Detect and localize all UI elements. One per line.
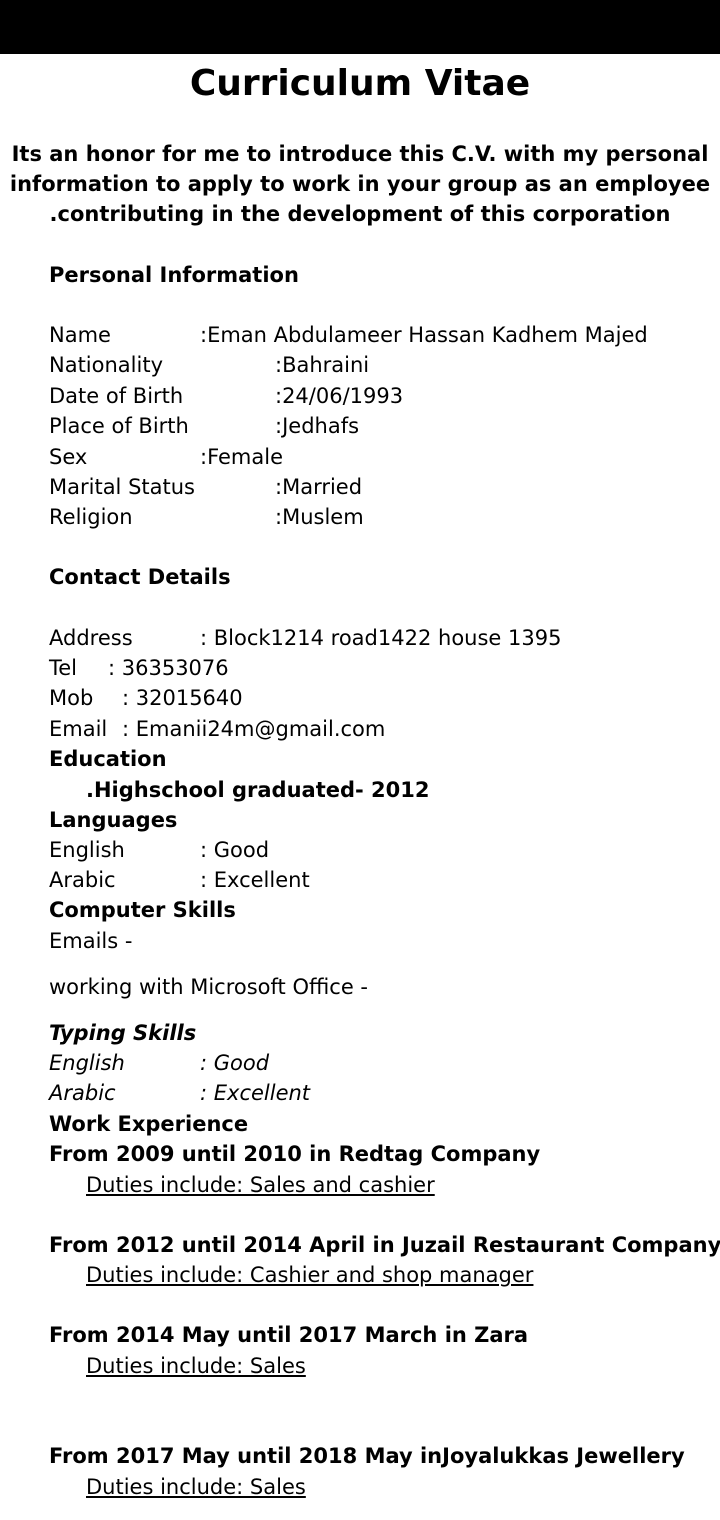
tel-label: Tel	[49, 656, 78, 680]
pob-value: :Jedhafs	[275, 414, 360, 438]
job-title: From 2009 until 2010 in Redtag Company	[49, 1142, 541, 1166]
typing-english-value: : Good	[200, 1051, 270, 1075]
address-label: Address	[49, 626, 133, 650]
languages-heading: Languages	[49, 808, 178, 832]
job-title: From 2012 until 2014 April in Juzail Res…	[49, 1233, 720, 1257]
computer-skill-item: working with Microsoft Office -	[49, 975, 368, 999]
job-duties: Duties include: Sales	[86, 1354, 306, 1378]
personal-heading: Personal Information	[49, 263, 299, 287]
language-arabic-value: : Excellent	[200, 868, 310, 892]
job-duties: Duties include: Sales	[86, 1475, 306, 1499]
typing-arabic-value: : Excellent	[200, 1081, 311, 1105]
computer-skill-item: Emails -	[49, 929, 133, 953]
document-title: Curriculum Vitae	[189, 63, 531, 104]
education-item: .Highschool graduated- 2012	[86, 778, 430, 802]
mob-value: : 32015640	[122, 686, 243, 710]
pob-label: Place of Birth	[49, 414, 189, 438]
dob-label: Date of Birth	[49, 384, 184, 408]
religion-value: :Muslem	[275, 505, 364, 529]
religion-label: Religion	[49, 505, 133, 529]
education-heading: Education	[49, 747, 167, 771]
work-experience-heading: Work Experience	[49, 1112, 249, 1136]
language-english-label: English	[49, 838, 125, 862]
sex-label: Sex	[49, 445, 88, 469]
intro-line-3: .contributing in the development of this…	[49, 202, 671, 226]
job-title: From 2014 May until 2017 March in Zara	[49, 1323, 529, 1347]
sex-value: :Female	[200, 445, 284, 469]
typing-arabic-label: Arabic	[49, 1081, 116, 1105]
email-value: : Emanii24m@gmail.com	[122, 717, 386, 741]
mob-label: Mob	[49, 686, 94, 710]
marital-value: :Married	[275, 475, 363, 499]
dob-value: :24/06/1993	[275, 384, 404, 408]
contact-heading: Contact Details	[49, 565, 231, 589]
marital-label: Marital Status	[49, 475, 195, 499]
job-duties: Duties include: Cashier and shop manager	[86, 1263, 534, 1287]
job-title: From 2017 May until 2018 May inJoyalukka…	[49, 1444, 685, 1468]
job-duties: Duties include: Sales and cashier	[86, 1173, 435, 1197]
computer-skills-heading: Computer Skills	[49, 898, 236, 922]
status-bar	[0, 0, 720, 54]
address-value: : Block1214 road1422 house 1395	[200, 626, 562, 650]
language-arabic-label: Arabic	[49, 868, 116, 892]
intro-line-1: Its an honor for me to introduce this C.…	[11, 142, 709, 166]
intro-line-2: information to apply to work in your gro…	[9, 172, 711, 196]
language-english-value: : Good	[200, 838, 270, 862]
email-label: Email	[49, 717, 108, 741]
nationality-label: Nationality	[49, 353, 164, 377]
typing-english-label: English	[49, 1051, 125, 1075]
typing-skills-heading: Typing Skills	[49, 1021, 197, 1045]
nationality-value: :Bahraini	[275, 353, 370, 377]
name-label: Name	[49, 323, 111, 347]
name-value: :Eman Abdulameer Hassan Kadhem Majed	[200, 323, 648, 347]
tel-value: : 36353076	[108, 656, 229, 680]
